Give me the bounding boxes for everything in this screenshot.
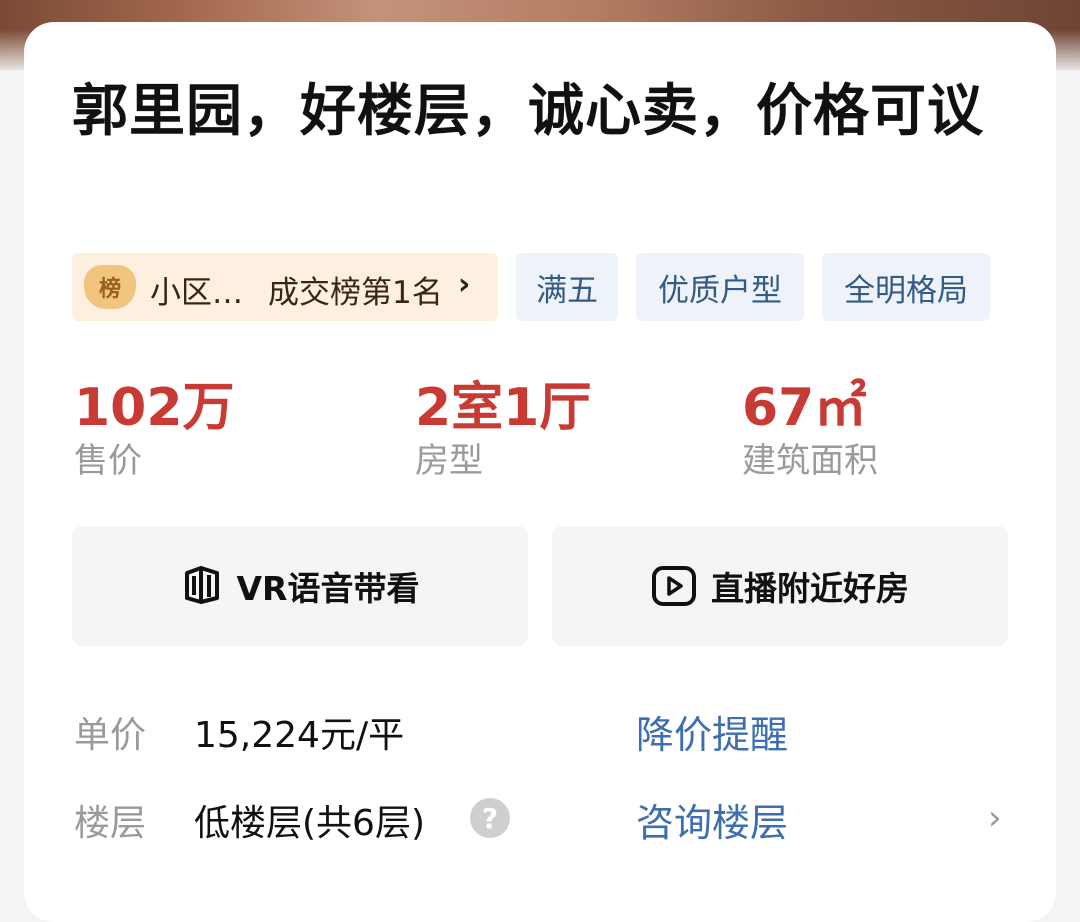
tag-full-bright: 全明格局 [822, 253, 990, 321]
chevron-right-icon[interactable]: › [988, 798, 1002, 838]
unit-price-value: 15,224元/平 [194, 715, 405, 756]
vr-tour-label: VR语音带看 [236, 569, 420, 608]
rank-prefix: 小区… [150, 275, 243, 311]
floor-label: 楼层 [74, 803, 147, 844]
price-label: 售价 [74, 441, 142, 481]
tag-man-wu: 满五 [516, 253, 618, 321]
area-label: 建筑面积 [742, 441, 878, 481]
layout-value: 2室1厅 [415, 378, 592, 438]
tag-quality-layout: 优质户型 [636, 253, 804, 321]
chevron-right-icon: › [458, 267, 471, 302]
layout-label: 房型 [415, 441, 483, 481]
price-drop-alert-link[interactable]: 降价提醒 [636, 704, 788, 759]
listing-title: 郭里园，好楼层，诚心卖，价格可议 [72, 79, 984, 144]
ask-floor-link[interactable]: 咨询楼层 [636, 792, 788, 847]
price-value: 102万 [74, 378, 235, 438]
rank-badge-icon: 榜 [84, 265, 136, 309]
help-icon[interactable]: ? [470, 798, 510, 838]
vr-tour-button[interactable]: VR语音带看 [72, 526, 528, 646]
area-value: 67㎡ [742, 378, 867, 438]
vr-cube-icon [184, 566, 219, 604]
live-nearby-label: 直播附近好房 [711, 569, 909, 608]
rank-tag[interactable]: 榜 小区… 成交榜第1名 › [72, 253, 498, 321]
live-nearby-button[interactable]: 直播附近好房 [552, 526, 1008, 646]
play-icon [652, 566, 696, 606]
rank-label: 成交榜第1名 [268, 275, 443, 311]
listing-card [24, 22, 1056, 922]
floor-value: 低楼层(共6层) [194, 803, 425, 844]
unit-price-label: 单价 [74, 715, 147, 756]
